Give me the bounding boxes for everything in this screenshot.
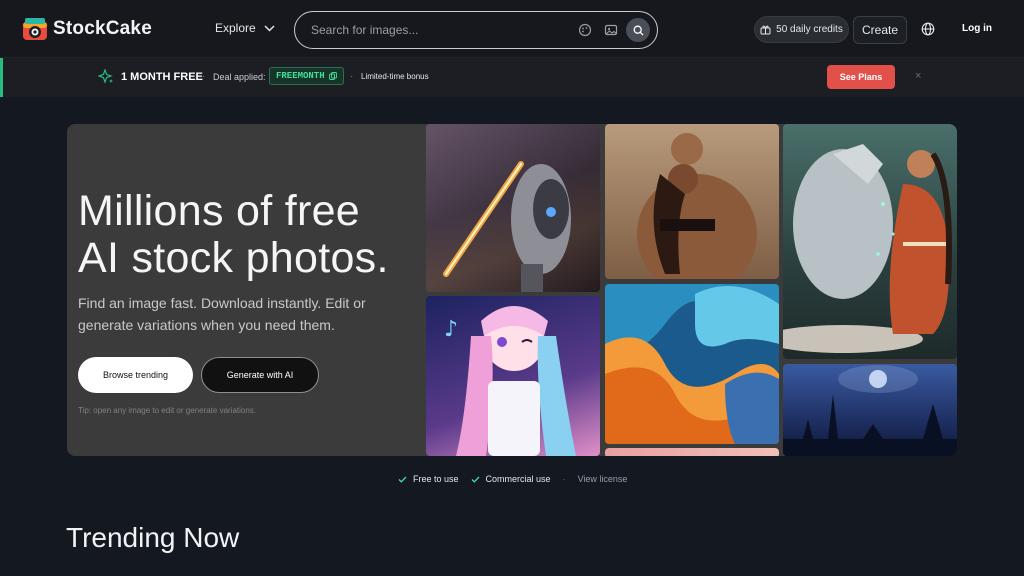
image-tile-anime-girl[interactable]: ♪: [426, 296, 600, 456]
create-button[interactable]: Create: [853, 16, 907, 44]
search-icon: [633, 25, 643, 35]
promo-banner: 1 MONTH FREE · Deal applied: FREEMONTH ·…: [0, 58, 1024, 97]
hero-section: Millions of free AI stock photos. Find a…: [67, 124, 957, 456]
free-to-use-label: Free to use: [413, 474, 459, 484]
login-link[interactable]: Log in: [962, 23, 992, 34]
feature-separator: ·: [562, 474, 566, 484]
promo-title: 1 MONTH FREE: [121, 71, 203, 83]
cyborg-warrior-image: [426, 124, 600, 292]
image-tile-cyborg-warrior[interactable]: [426, 124, 600, 292]
daily-credits-badge[interactable]: 50 daily credits: [754, 16, 849, 43]
explore-menu[interactable]: Explore: [215, 21, 275, 35]
gift-icon: [760, 25, 771, 35]
image-tile-partial[interactable]: [605, 448, 779, 456]
hero-title-line-2: AI stock photos.: [78, 234, 389, 282]
night-castle-image: [783, 365, 957, 456]
image-search-icon[interactable]: [604, 23, 618, 37]
hero-subtitle: Find an image fast. Download instantly. …: [78, 295, 366, 333]
sparkle-icon: [98, 69, 113, 84]
anime-girl-image: ♪: [444, 306, 576, 456]
explore-label: Explore: [215, 21, 256, 35]
credits-label: 50 daily credits: [776, 24, 843, 35]
hero-tip: Tip: open any image to edit or generate …: [78, 406, 257, 415]
top-navigation: StockCake Explore 50 daily credits Creat…: [0, 0, 1024, 58]
commercial-use-label: Commercial use: [485, 474, 551, 484]
promo-code: FREEMONTH: [276, 71, 325, 81]
image-tile-abstract-waves[interactable]: [605, 284, 779, 444]
image-tile-night-castle[interactable]: [783, 364, 957, 456]
check-icon: [471, 476, 479, 483]
camera-cake-logo-icon: [23, 18, 47, 40]
view-license-link[interactable]: View license: [578, 474, 628, 484]
hero-title: Millions of free AI stock photos.: [78, 188, 389, 282]
abstract-waves-image: [605, 284, 779, 444]
check-icon: [398, 476, 407, 483]
logo[interactable]: StockCake: [22, 16, 152, 42]
trending-heading: Trending Now: [66, 522, 240, 553]
globe-icon[interactable]: [921, 22, 935, 36]
copy-icon: [328, 72, 337, 80]
generate-with-ai-button[interactable]: Generate with AI: [201, 357, 319, 393]
search-button[interactable]: [626, 18, 650, 42]
embracing-couple-image: [637, 133, 757, 279]
search-bar: [294, 11, 658, 49]
chevron-down-icon: [264, 24, 275, 32]
palette-icon[interactable]: [578, 23, 592, 37]
browse-trending-button[interactable]: Browse trending: [78, 357, 193, 393]
bonus-label: Limited-time bonus: [361, 72, 429, 81]
promo-separator: ·: [202, 71, 206, 82]
image-tile-embracing-couple[interactable]: [605, 124, 779, 279]
promo-code-chip[interactable]: FREEMONTH: [269, 67, 344, 85]
svg-text:♪: ♪: [444, 317, 458, 342]
close-icon[interactable]: ×: [915, 70, 921, 82]
features-row: Free to use Commercial use · View licens…: [398, 474, 627, 484]
wolf-and-girl-image: [783, 144, 952, 353]
logo-text: StockCake: [53, 18, 152, 39]
see-plans-button[interactable]: See Plans: [827, 65, 895, 89]
hero-title-line-1: Millions of free: [78, 187, 361, 235]
promo-separator: ·: [350, 71, 354, 82]
search-input[interactable]: [311, 12, 561, 48]
image-tile-wolf-and-girl[interactable]: [783, 124, 957, 359]
deal-applied-label: Deal applied:: [213, 72, 266, 82]
